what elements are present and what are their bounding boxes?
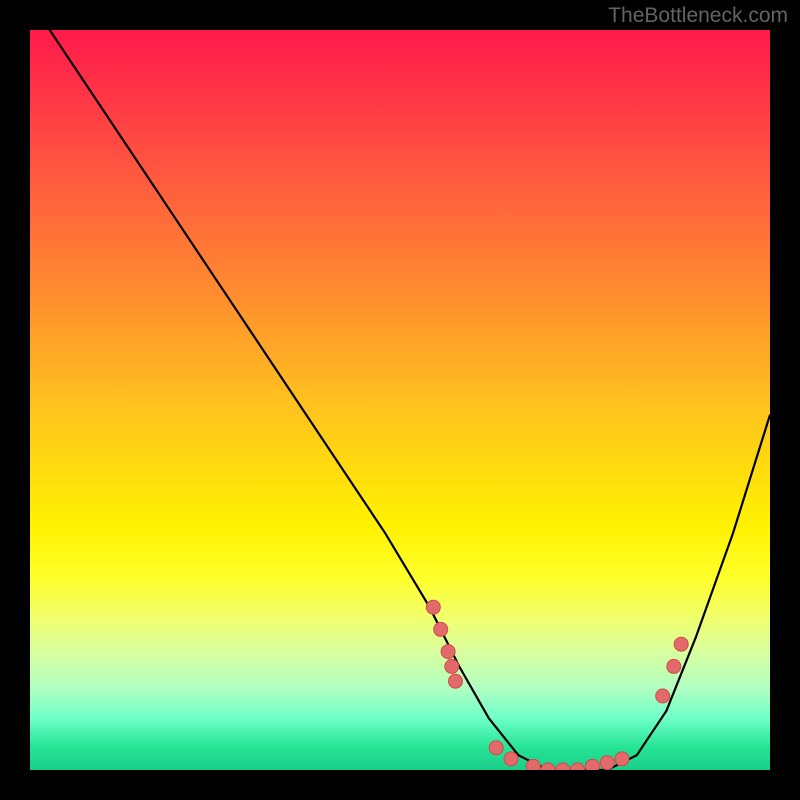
bottleneck-curve (30, 30, 770, 770)
data-marker (615, 752, 629, 766)
plot-area (30, 30, 770, 770)
data-marker (526, 759, 540, 770)
data-marker (449, 674, 463, 688)
data-marker (571, 763, 585, 770)
data-marker (441, 645, 455, 659)
data-marker (504, 752, 518, 766)
data-marker (585, 759, 599, 770)
data-marker (426, 600, 440, 614)
data-marker (674, 637, 688, 651)
data-marker (434, 622, 448, 636)
data-marker (445, 659, 459, 673)
data-marker (489, 741, 503, 755)
data-marker (541, 763, 555, 770)
watermark-text: TheBottleneck.com (608, 4, 788, 28)
data-marker (600, 756, 614, 770)
data-marker (556, 763, 570, 770)
chart-svg (30, 30, 770, 770)
data-marker (667, 659, 681, 673)
marker-group (426, 600, 688, 770)
data-marker (656, 689, 670, 703)
